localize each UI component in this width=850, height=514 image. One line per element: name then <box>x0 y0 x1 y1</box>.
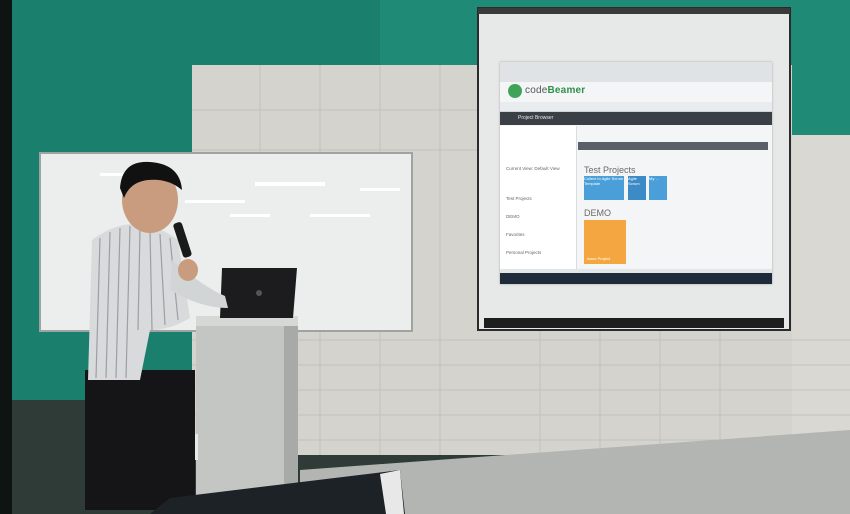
app-title-bold: Beamer <box>547 85 586 96</box>
section-demo: DEMO <box>584 208 611 218</box>
tile-test-3-label: My ... <box>649 176 659 181</box>
sidebar: Current View: Default View Test Projects… <box>500 126 577 284</box>
sidebar-row-favorites: Favorites <box>506 232 525 237</box>
tile-test-1: Collect to Agile Scrum Template <box>584 176 624 200</box>
tile-demo: Issue Project <box>584 220 626 264</box>
band-label: Project Browser <box>518 115 554 121</box>
app-title-prefix: code <box>525 85 548 96</box>
sidebar-row-personal: Personal Projects <box>506 250 542 255</box>
tile-test-2: Agile Scrum <box>628 176 646 200</box>
app-title: codeBeamer <box>525 85 585 96</box>
podium <box>196 316 298 502</box>
sidebar-row-demo: DEMO <box>506 214 520 219</box>
tile-test-3: My ... <box>649 176 667 200</box>
tile-demo-label: Issue Project <box>587 256 611 261</box>
projected-slide: codeBeamer Project Browser Current View:… <box>500 62 772 284</box>
taskbar <box>500 273 772 284</box>
tab-bar <box>578 142 768 150</box>
tile-test-2-label: Agile Scrum <box>628 176 640 186</box>
top-nav <box>500 102 772 112</box>
codebeamer-logo-icon <box>508 84 522 98</box>
browser-chrome <box>500 62 772 82</box>
sidebar-row-view: Current View: Default View <box>506 166 560 171</box>
sidebar-row-test: Test Projects <box>506 196 532 201</box>
section-test-projects: Test Projects <box>584 165 636 175</box>
tile-test-1-label: Collect to Agile Scrum Template <box>584 176 624 186</box>
